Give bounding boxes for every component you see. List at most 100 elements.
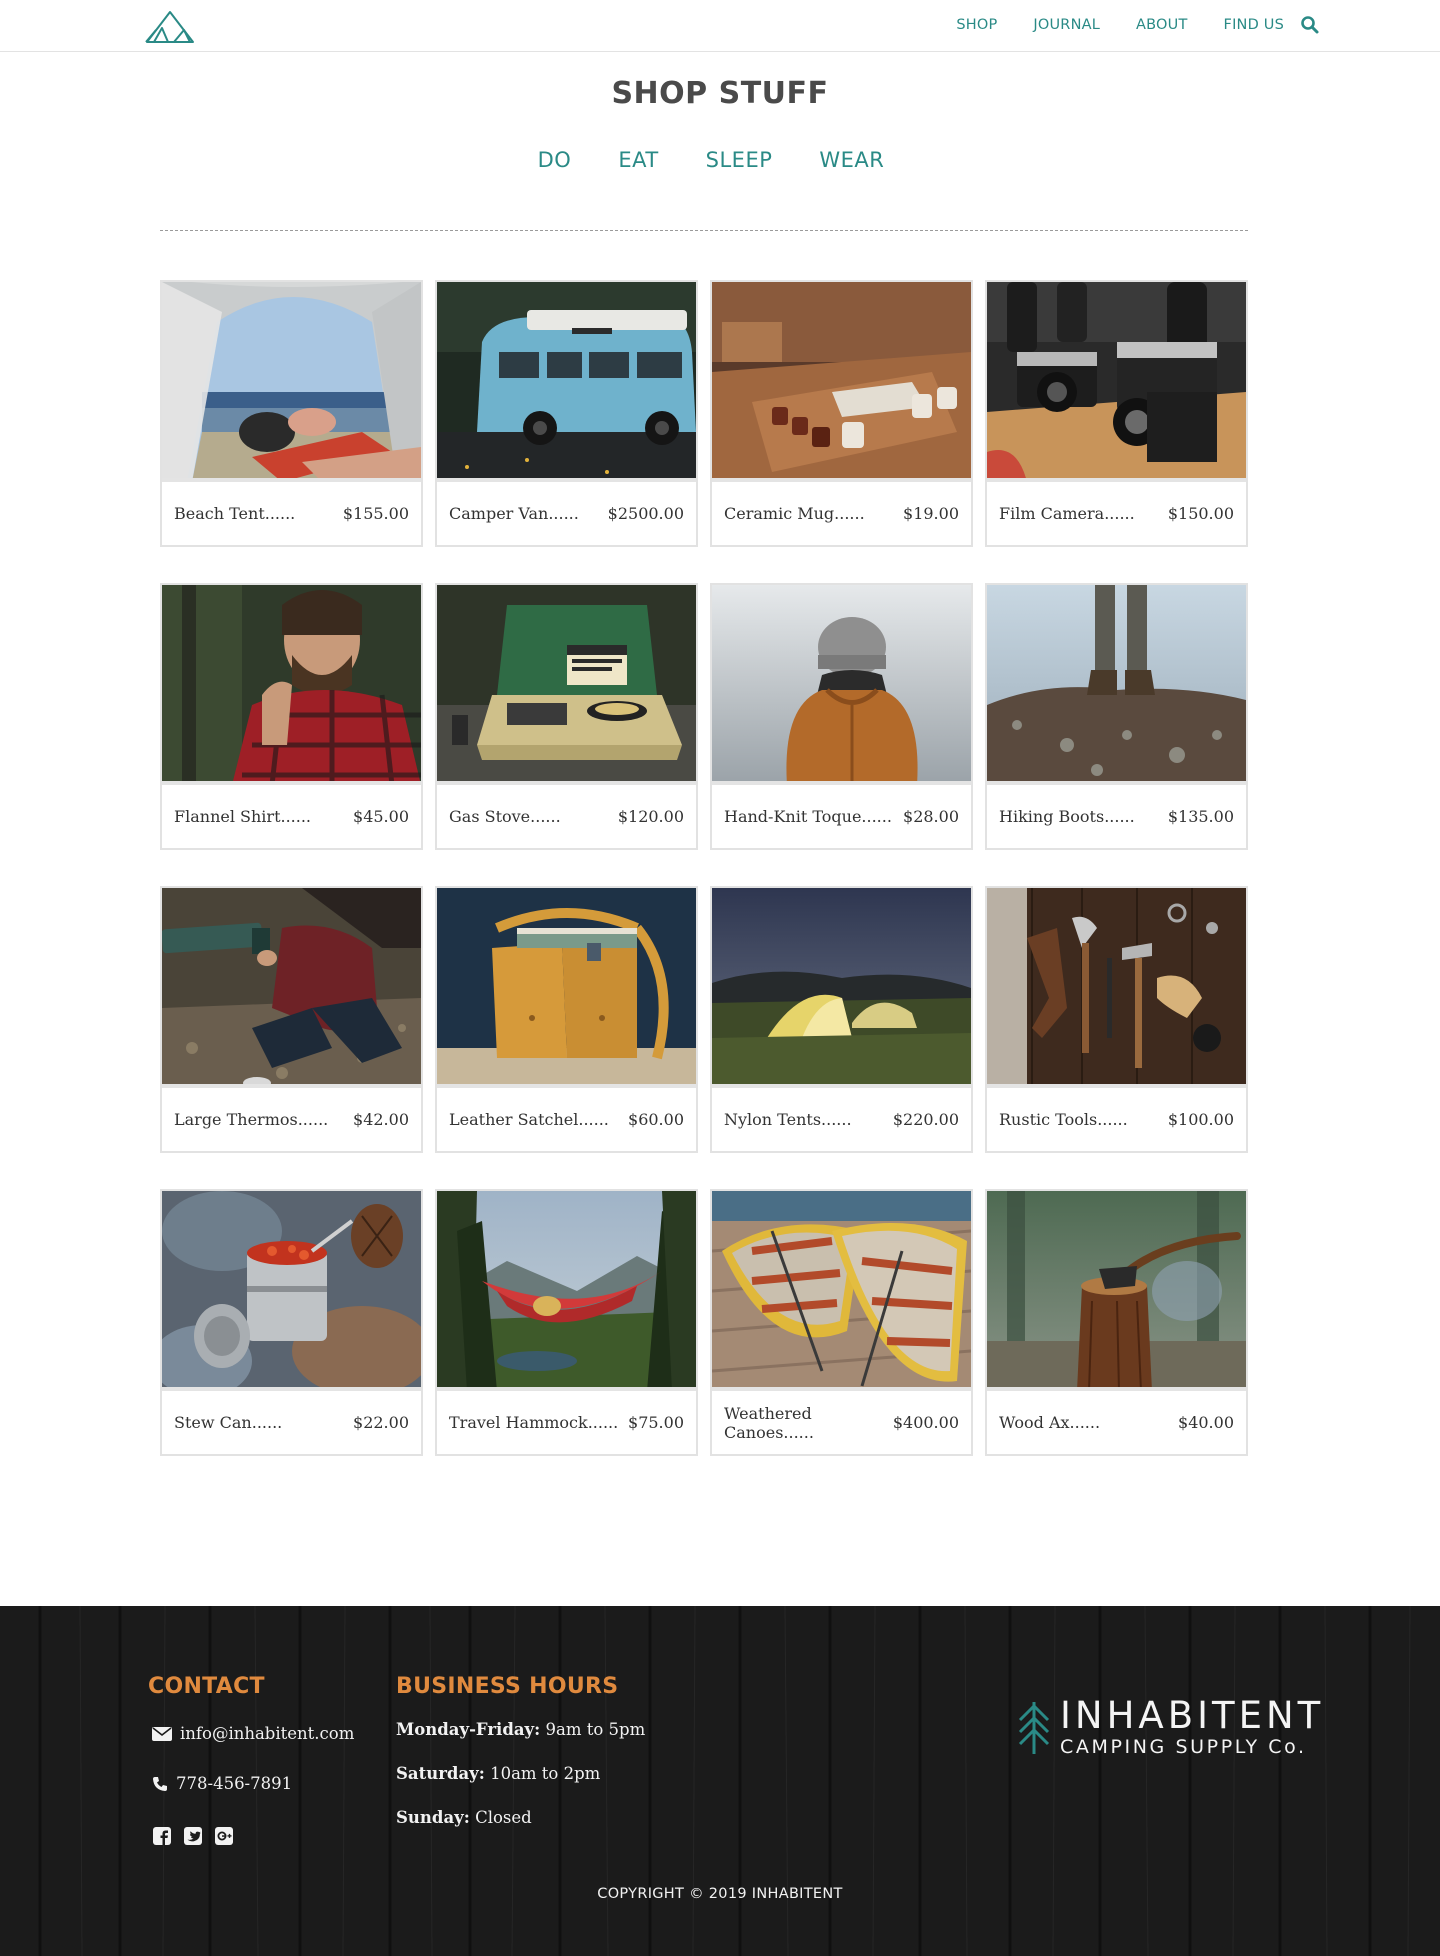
footer-brand-logo[interactable]: INHABITENT CAMPING SUPPLY Co. xyxy=(1016,1690,1320,1760)
hours-time: Closed xyxy=(475,1808,532,1827)
product-dots: ...... xyxy=(264,504,296,523)
category-sleep[interactable]: SLEEP xyxy=(706,148,773,172)
page-title: SHOP STUFF xyxy=(611,76,829,111)
envelope-icon xyxy=(152,1726,172,1741)
product-price: $220.00 xyxy=(892,1110,959,1129)
product-image[interactable] xyxy=(712,282,971,482)
google-plus-icon[interactable] xyxy=(215,1827,233,1845)
product-price: $120.00 xyxy=(617,807,684,826)
product-card[interactable]: Camper Van...... $2500.00 xyxy=(435,280,698,547)
product-name: Large Thermos xyxy=(174,1110,298,1129)
facebook-icon[interactable] xyxy=(153,1827,171,1845)
product-image[interactable] xyxy=(987,585,1246,785)
product-card[interactable]: Hiking Boots...... $135.00 xyxy=(985,583,1248,850)
product-info: Flannel Shirt...... $45.00 xyxy=(162,785,421,848)
category-eat[interactable]: EAT xyxy=(618,148,658,172)
hours-row: Monday-Friday: 9am to 5pm xyxy=(396,1720,645,1739)
product-info: Wood Ax...... $40.00 xyxy=(987,1391,1246,1454)
product-card[interactable]: Gas Stove...... $120.00 xyxy=(435,583,698,850)
product-name: Nylon Tents xyxy=(724,1110,822,1129)
product-price: $45.00 xyxy=(353,807,409,826)
product-card[interactable]: Nylon Tents...... $220.00 xyxy=(710,886,973,1153)
product-name: Stew Can xyxy=(174,1413,252,1432)
product-image[interactable] xyxy=(987,282,1246,482)
product-price: $60.00 xyxy=(628,1110,684,1129)
product-card[interactable]: Film Camera...... $150.00 xyxy=(985,280,1248,547)
hours-day: Monday-Friday: xyxy=(396,1720,541,1739)
product-card[interactable]: Rustic Tools...... $100.00 xyxy=(985,886,1248,1153)
product-price: $40.00 xyxy=(1178,1413,1234,1432)
nav-journal[interactable]: JOURNAL xyxy=(1033,17,1100,33)
product-name: Film Camera xyxy=(999,504,1105,523)
product-image[interactable] xyxy=(162,1191,421,1391)
product-card[interactable]: Leather Satchel...... $60.00 xyxy=(435,886,698,1153)
product-dots: ...... xyxy=(530,807,561,826)
product-image[interactable] xyxy=(162,888,421,1088)
hours-row: Saturday: 10am to 2pm xyxy=(396,1764,600,1783)
category-nav: DO EAT SLEEP WEAR xyxy=(0,148,1422,172)
search-icon[interactable] xyxy=(1300,15,1320,35)
product-info: Rustic Tools...... $100.00 xyxy=(987,1088,1246,1151)
contact-phone[interactable]: 778-456-7891 xyxy=(152,1774,292,1793)
product-name: Hand-Knit Toque xyxy=(724,807,862,826)
product-dots: ...... xyxy=(1097,1110,1128,1129)
nav-find-us[interactable]: FIND US xyxy=(1224,17,1284,33)
contact-email[interactable]: info@inhabitent.com xyxy=(152,1724,354,1743)
product-info: Stew Can...... $22.00 xyxy=(162,1391,421,1454)
product-card[interactable]: Stew Can...... $22.00 xyxy=(160,1189,423,1456)
product-image[interactable] xyxy=(437,888,696,1088)
product-card[interactable]: Flannel Shirt...... $45.00 xyxy=(160,583,423,850)
phone-icon xyxy=(153,1776,167,1791)
product-card[interactable]: Travel Hammock...... $75.00 xyxy=(435,1189,698,1456)
product-name: Travel Hammock xyxy=(449,1413,588,1432)
product-price: $135.00 xyxy=(1167,807,1234,826)
category-do[interactable]: DO xyxy=(538,148,572,172)
product-name: Flannel Shirt xyxy=(174,807,281,826)
product-card[interactable]: Large Thermos...... $42.00 xyxy=(160,886,423,1153)
product-image[interactable] xyxy=(162,282,421,482)
product-price: $150.00 xyxy=(1167,504,1234,523)
product-image[interactable] xyxy=(987,1191,1246,1391)
hours-row: Sunday: Closed xyxy=(396,1808,532,1827)
product-price: $100.00 xyxy=(1167,1110,1234,1129)
product-info: Nylon Tents...... $220.00 xyxy=(712,1088,971,1151)
copyright: COPYRIGHT © 2019 INHABITENT xyxy=(597,1886,843,1902)
product-dots: ...... xyxy=(834,504,865,523)
nav-shop[interactable]: SHOP xyxy=(956,17,997,33)
product-price: $155.00 xyxy=(342,504,409,523)
product-image[interactable] xyxy=(162,585,421,785)
section-divider xyxy=(160,230,1248,231)
product-image[interactable] xyxy=(712,888,971,1088)
tent-logo-icon[interactable] xyxy=(144,8,196,44)
product-price: $400.00 xyxy=(892,1413,959,1432)
product-image[interactable] xyxy=(437,282,696,482)
hours-time: 9am to 5pm xyxy=(545,1720,646,1739)
email-text[interactable]: info@inhabitent.com xyxy=(180,1724,354,1743)
hours-day: Sunday: xyxy=(396,1808,470,1827)
product-info: Hiking Boots...... $135.00 xyxy=(987,785,1246,848)
product-dots: ...... xyxy=(1104,807,1135,826)
product-price: $42.00 xyxy=(353,1110,409,1129)
main-nav: SHOP JOURNAL ABOUT FIND US xyxy=(956,0,1284,50)
brand-tagline: CAMPING SUPPLY Co. xyxy=(1060,1736,1307,1758)
product-card[interactable]: Ceramic Mug...... $19.00 xyxy=(710,280,973,547)
twitter-icon[interactable] xyxy=(184,1827,202,1845)
phone-text[interactable]: 778-456-7891 xyxy=(176,1774,292,1793)
product-image[interactable] xyxy=(437,585,696,785)
product-card[interactable]: Weathered Canoes...... $400.00 xyxy=(710,1189,973,1456)
product-image[interactable] xyxy=(437,1191,696,1391)
hours-time: 10am to 2pm xyxy=(490,1764,601,1783)
product-price: $19.00 xyxy=(903,504,959,523)
product-image[interactable] xyxy=(987,888,1246,1088)
product-price: $28.00 xyxy=(903,807,959,826)
category-wear[interactable]: WEAR xyxy=(819,148,884,172)
product-card[interactable]: Wood Ax...... $40.00 xyxy=(985,1189,1248,1456)
product-image[interactable] xyxy=(712,1191,971,1391)
product-card[interactable]: Beach Tent...... $155.00 xyxy=(160,280,423,547)
nav-about[interactable]: ABOUT xyxy=(1136,17,1188,33)
product-card[interactable]: Hand-Knit Toque...... $28.00 xyxy=(710,583,973,850)
product-info: Travel Hammock...... $75.00 xyxy=(437,1391,696,1454)
product-name: Leather Satchel xyxy=(449,1110,579,1129)
product-name: Wood Ax xyxy=(999,1413,1070,1432)
product-image[interactable] xyxy=(712,585,971,785)
